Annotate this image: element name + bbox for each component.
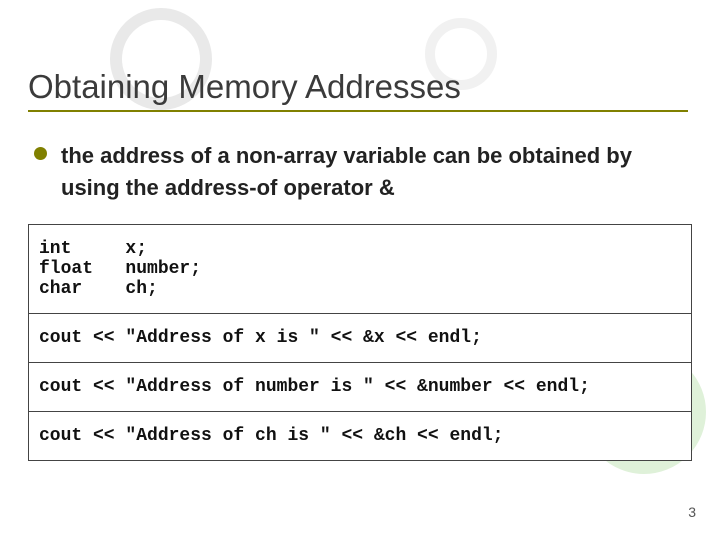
page-number: 3 bbox=[688, 504, 696, 520]
code-output-x: cout << "Address of x is " << &x << endl… bbox=[29, 313, 691, 362]
code-output-ch: cout << "Address of ch is " << &ch << en… bbox=[29, 411, 691, 460]
slide-title: Obtaining Memory Addresses bbox=[28, 68, 692, 106]
bullet-text: the address of a non-array variable can … bbox=[61, 140, 664, 204]
slide-container: Obtaining Memory Addresses the address o… bbox=[0, 0, 720, 540]
bullet-dot-icon bbox=[34, 147, 47, 160]
bullet-item: the address of a non-array variable can … bbox=[34, 140, 664, 204]
code-declarations: int x; float number; char ch; bbox=[29, 225, 691, 313]
code-box: int x; float number; char ch; cout << "A… bbox=[28, 224, 692, 461]
code-output-number: cout << "Address of number is " << &numb… bbox=[29, 362, 691, 411]
title-underline bbox=[28, 110, 688, 112]
